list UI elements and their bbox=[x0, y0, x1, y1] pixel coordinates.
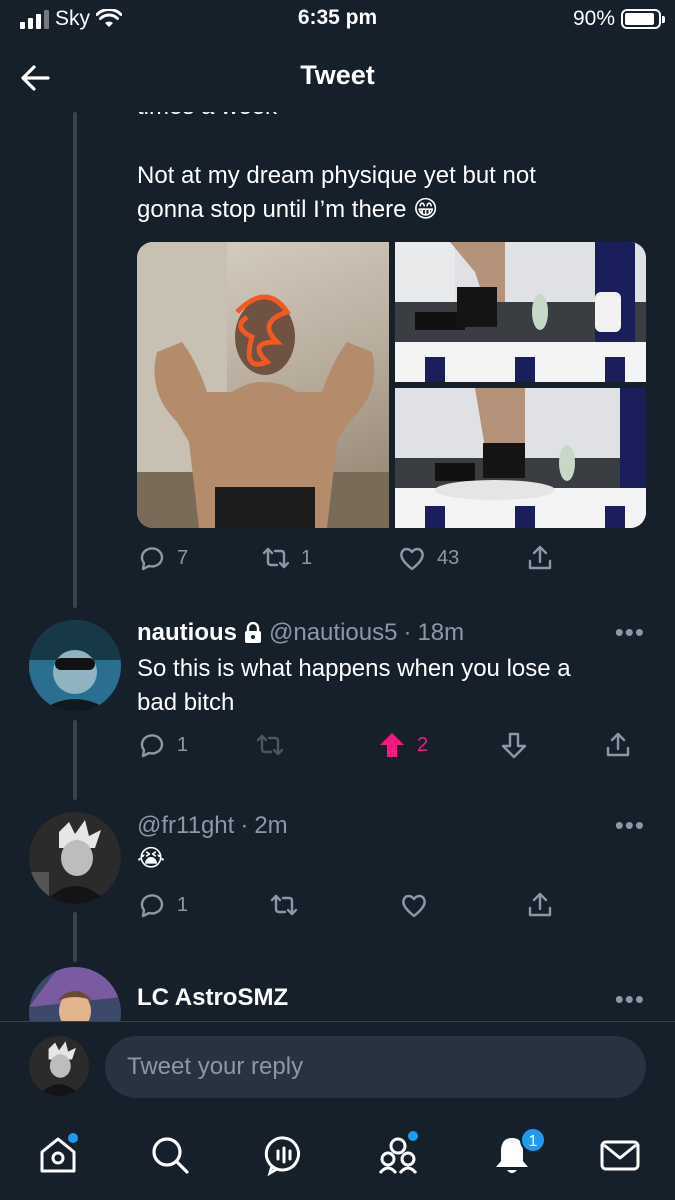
downvote-arrow-icon bbox=[501, 732, 527, 759]
share-icon bbox=[528, 545, 552, 570]
reply-count: 1 bbox=[177, 893, 189, 916]
share-icon bbox=[606, 732, 630, 757]
timestamp: 18m bbox=[417, 619, 465, 646]
display-name[interactable]: nautious bbox=[137, 619, 237, 647]
thread-line bbox=[73, 912, 77, 962]
person-flexing-image bbox=[137, 242, 389, 528]
reply-count: 7 bbox=[177, 546, 189, 569]
separator-dot: · bbox=[403, 619, 412, 646]
home-badge-dot bbox=[68, 1133, 78, 1143]
reply-action[interactable]: 1 bbox=[137, 730, 188, 760]
mail-icon bbox=[600, 1140, 640, 1171]
heart-icon bbox=[402, 894, 426, 918]
battery-icon bbox=[621, 9, 665, 29]
reply-icon bbox=[140, 734, 164, 758]
separator-dot: · bbox=[240, 812, 249, 839]
tweet-text-line: Not at my dream physique yet but not bbox=[137, 162, 536, 189]
user-handle[interactable]: @nautious5 bbox=[269, 619, 397, 647]
locker-room-mirror-image bbox=[395, 242, 646, 382]
spaces-icon bbox=[264, 1136, 300, 1177]
avatar[interactable] bbox=[29, 812, 121, 904]
share-icon bbox=[528, 892, 552, 917]
heart-icon bbox=[400, 547, 424, 571]
avatar-image bbox=[29, 1036, 89, 1096]
like-action[interactable] bbox=[399, 890, 429, 920]
media-photo-2[interactable] bbox=[395, 242, 646, 382]
tab-spaces[interactable] bbox=[262, 1133, 306, 1177]
tweet-thread: times a week Not at my dream physique ye… bbox=[0, 112, 675, 1022]
avatar-image bbox=[29, 812, 121, 904]
vote-count: 2 bbox=[417, 733, 429, 756]
reply-text: 😭 bbox=[137, 845, 166, 872]
tab-messages[interactable] bbox=[598, 1133, 642, 1177]
reply-input[interactable]: Tweet your reply bbox=[105, 1036, 646, 1098]
avatar[interactable] bbox=[29, 620, 121, 712]
my-avatar[interactable] bbox=[29, 1036, 89, 1096]
avatar[interactable] bbox=[29, 967, 121, 1022]
avatar-image bbox=[29, 620, 121, 712]
share-action[interactable] bbox=[525, 890, 555, 920]
avatar-image bbox=[29, 967, 121, 1022]
status-right: 90% bbox=[572, 7, 665, 31]
user-handle[interactable]: @fr11ght bbox=[137, 812, 234, 840]
upvote-action[interactable]: 2 bbox=[377, 730, 428, 760]
media-photo-3[interactable] bbox=[395, 388, 646, 528]
search-icon bbox=[152, 1137, 189, 1174]
reply-composer: Tweet your reply bbox=[0, 1021, 675, 1105]
reply-action[interactable]: 1 bbox=[137, 890, 188, 920]
share-action[interactable] bbox=[525, 543, 555, 573]
reply-text-line: bad bitch bbox=[137, 689, 235, 716]
retweet-count: 1 bbox=[301, 546, 313, 569]
reply-action[interactable]: 7 bbox=[137, 543, 188, 573]
more-options-icon[interactable]: ••• bbox=[615, 617, 645, 648]
downvote-action[interactable] bbox=[499, 730, 529, 760]
battery-percent: 90% bbox=[572, 7, 615, 30]
notification-count-badge: 1 bbox=[520, 1127, 546, 1153]
retweet-action-disabled bbox=[255, 730, 285, 760]
reply-text-line: So this is what happens when you lose a bbox=[137, 655, 571, 682]
tweet-media-grid[interactable] bbox=[137, 242, 646, 528]
thread-line bbox=[73, 720, 77, 800]
more-options-icon[interactable]: ••• bbox=[615, 984, 645, 1015]
reply-header: @fr11ght · 2m bbox=[137, 812, 288, 840]
page-title: Tweet bbox=[300, 60, 375, 90]
status-bar: Sky 6:35 pm 90% bbox=[0, 0, 675, 40]
tweet-text-partial: times a week bbox=[137, 112, 277, 124]
media-photo-1[interactable] bbox=[137, 242, 389, 528]
reply-actions: 1 bbox=[137, 890, 647, 926]
reply-icon bbox=[140, 547, 164, 571]
locker-room-mirror-image bbox=[395, 388, 646, 528]
retweet-icon bbox=[262, 547, 290, 569]
tweet-text-line: gonna stop until I’m there 😁 bbox=[137, 196, 439, 223]
timestamp: 2m bbox=[254, 812, 288, 839]
tab-search[interactable] bbox=[148, 1133, 192, 1177]
bottom-tab-bar: 1 bbox=[0, 1105, 675, 1200]
reply-header: LC AstroSMZ bbox=[137, 984, 288, 1012]
like-count: 43 bbox=[437, 546, 460, 569]
reply-text: So this is what happens when you lose a … bbox=[137, 652, 571, 720]
share-action[interactable] bbox=[603, 730, 633, 760]
upvote-arrow-icon bbox=[380, 733, 404, 757]
like-action[interactable]: 43 bbox=[397, 543, 459, 573]
tweet-text: Not at my dream physique yet but not gon… bbox=[137, 159, 536, 227]
tab-notifications[interactable]: 1 bbox=[490, 1127, 546, 1177]
retweet-icon bbox=[256, 734, 284, 756]
reply-icon bbox=[140, 894, 164, 918]
retweet-action[interactable] bbox=[269, 890, 299, 920]
top-bar: Tweet bbox=[0, 40, 675, 112]
tab-communities[interactable] bbox=[376, 1131, 420, 1177]
communities-badge-dot bbox=[408, 1131, 418, 1141]
tab-home[interactable] bbox=[36, 1133, 80, 1177]
thread-line bbox=[73, 112, 77, 608]
reply-header: nautious @nautious5 · 18m bbox=[137, 619, 464, 647]
retweet-action[interactable]: 1 bbox=[261, 543, 312, 573]
reply-actions: 1 2 bbox=[137, 730, 647, 766]
lock-icon bbox=[245, 622, 261, 643]
retweet-icon bbox=[270, 894, 298, 916]
tweet-actions: 7 1 43 bbox=[137, 543, 647, 579]
reply-count: 1 bbox=[177, 733, 189, 756]
more-options-icon[interactable]: ••• bbox=[615, 810, 645, 841]
display-name[interactable]: LC AstroSMZ bbox=[137, 984, 288, 1012]
